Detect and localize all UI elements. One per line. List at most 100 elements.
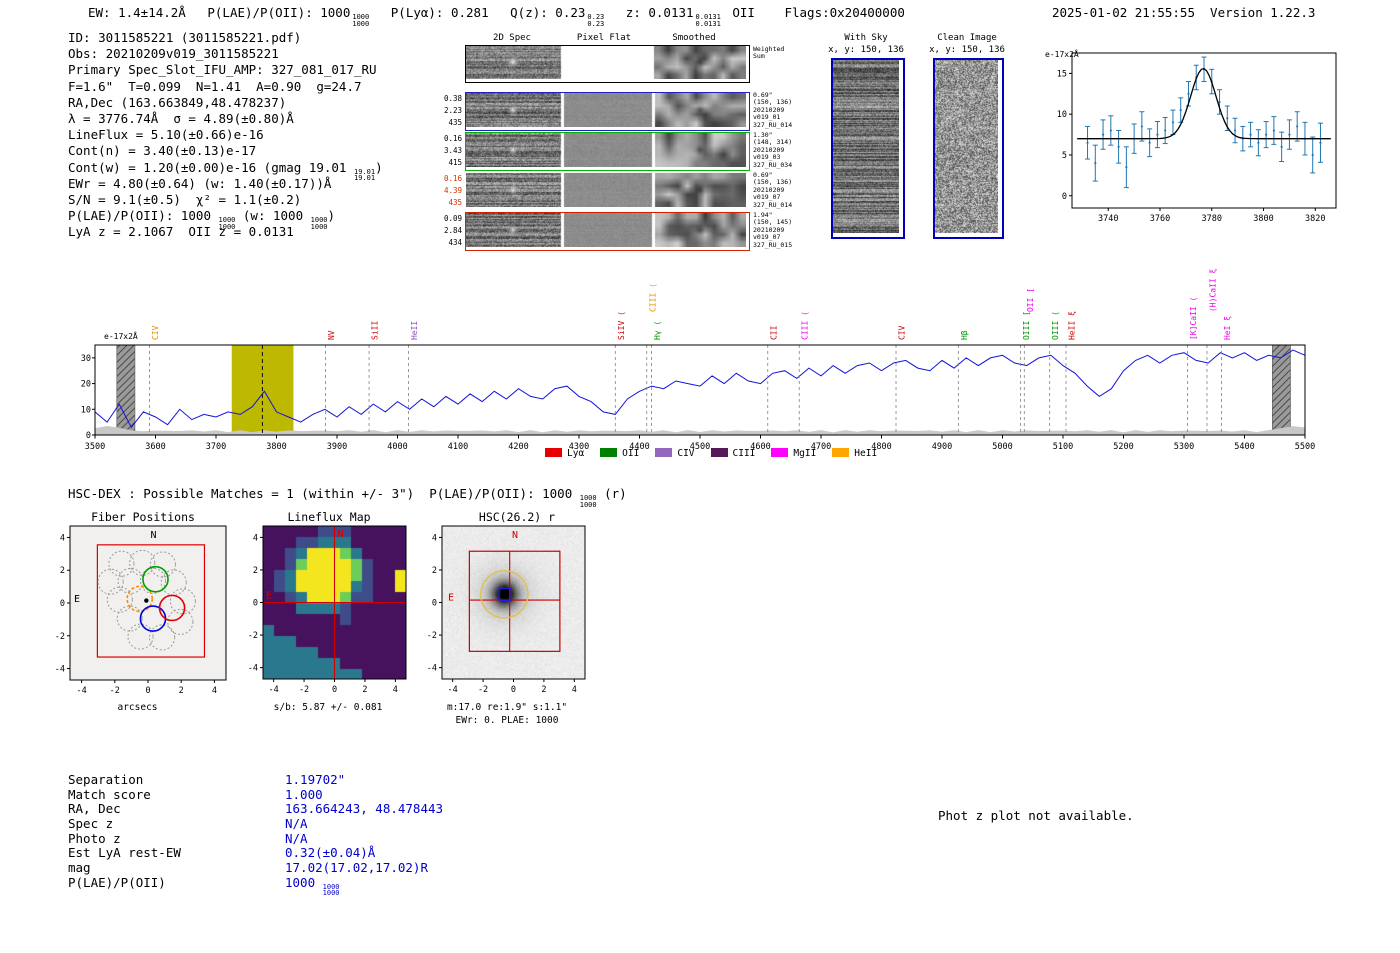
data-point [1156, 133, 1159, 136]
emission-line-label: Hγ ( [653, 321, 662, 340]
emission-line-label: NV [327, 330, 336, 340]
y-tick-label: 0 [86, 431, 91, 441]
detection-center-dot [144, 598, 149, 603]
fraction-bottom: 1000 [310, 222, 328, 231]
legend-label: OII [622, 448, 640, 459]
data-point [1265, 133, 1268, 136]
gmag-fraction: 19.01 19.01 [354, 168, 375, 182]
cutout-row-left-value: 415 [448, 158, 462, 167]
header-timestamp-version: 2025-01-02 21:55:55 Version 1.22.3 [1052, 5, 1316, 20]
emission-line-zoom-plot: 3740 3760 3780 3800 3820 0 5 10 15 e-17x2Å [1045, 48, 1337, 224]
legend-label: CIV [677, 448, 695, 459]
y-axis-units-label: e-17x2Å [104, 330, 138, 341]
header-z: z: 0.0131 [625, 5, 694, 20]
info-seeing: F=1.6" T=0.099 N=1.41 A=0.90 g=24.7 [68, 78, 362, 94]
north-label: N [512, 530, 518, 541]
hsc-dex-text: HSC-DEX : Possible Matches = 1 (within +… [68, 486, 580, 501]
x-tick-label: 3780 [1202, 214, 1222, 224]
data-point [1094, 162, 1097, 165]
cutout-row-left-value: 3.43 [443, 146, 462, 155]
x-tick-label: 5100 [1053, 442, 1073, 452]
data-point [1164, 129, 1167, 132]
match-row-value: 0.32(±0.04)Å [285, 845, 376, 861]
clean-image-coords: x, y: 150, 136 [929, 45, 1005, 55]
masked-band [1272, 344, 1291, 436]
with-sky-coords: x, y: 150, 136 [828, 45, 904, 55]
fiber-positions-plot: -4 -4 -2 -2 0 0 2 2 4 4 N E [55, 525, 227, 696]
hsc-dex-band: (r) [596, 486, 627, 501]
cutout-row-left-values: 0.09 2.84 434 [440, 213, 462, 249]
y-tick-label: 2 [253, 566, 258, 576]
east-label: E [448, 593, 454, 604]
emission-line-label: CII [769, 325, 778, 340]
match-row-fraction: 1000 1000 [323, 884, 340, 897]
legend-item: OII [600, 448, 639, 459]
data-point [1101, 133, 1105, 136]
emission-line-label: SiII [371, 321, 380, 340]
y-tick-label: 0 [1062, 192, 1067, 202]
cutout-grid: 2D Spec Pixel Flat Smoothed Weighted Sum… [440, 28, 820, 258]
legend-item: MgII [771, 448, 816, 459]
cutout-row-left-value: 4.39 [443, 186, 462, 195]
x-tick-label: -4 [448, 685, 458, 695]
emission-line-label: Hβ [960, 330, 969, 340]
data-point [1187, 92, 1190, 95]
x-tick-label: 0 [145, 686, 150, 696]
match-row-label: P(LAE)/P(OII) [68, 874, 166, 890]
east-label: E [266, 591, 272, 602]
x-tick-label: 4 [393, 685, 398, 695]
info-plae-text: P(LAE)/P(OII): 1000 [68, 208, 219, 224]
info-ewr: EWr = 4.80(±0.64) (w: 1.40(±0.17))Å [68, 175, 332, 191]
emission-line-label: CIV [151, 325, 160, 340]
legend-swatch [600, 448, 618, 457]
info-radec: RA,Dec (163.663849,48.478237) [68, 94, 287, 110]
match-row-value: 17.02(17.02,17.02)R [285, 860, 428, 876]
lineflux-map-axes: -4 -4 -2 -2 0 0 2 2 4 4 N E [248, 525, 407, 695]
y-tick-label: -2 [248, 631, 258, 641]
east-label: E [74, 594, 80, 605]
x-tick-label: 5500 [1295, 442, 1315, 452]
cutout-row [465, 132, 750, 171]
cutout-row-left-value: 0.16 [443, 174, 462, 183]
match-row-label: Match score [68, 786, 151, 802]
legend-swatch [655, 448, 673, 457]
x-tick-label: 2 [541, 685, 546, 695]
z-fraction: 0.0131 0.0131 [696, 14, 721, 27]
header-z-line-id: OII [732, 5, 755, 20]
x-tick-label: 3740 [1098, 214, 1118, 224]
y-tick-label: -2 [55, 632, 65, 642]
info-plae-close: ) [327, 208, 336, 224]
cutout-row-left-value: 434 [448, 238, 462, 247]
x-tick-label: -2 [110, 686, 120, 696]
legend-swatch [545, 448, 562, 457]
info-id: ID: 3011585221 (3011585221.pdf) [68, 30, 302, 45]
legend-item: HeII [832, 448, 877, 459]
info-cont-w-close: ) [375, 159, 383, 175]
cutout-annotation-line: 327_RU_015 [753, 240, 793, 249]
with-sky-panel [831, 58, 905, 239]
match-table-row: Spec z N/A [68, 816, 443, 831]
data-point [1117, 145, 1120, 148]
x-tick-label: 4 [572, 685, 577, 695]
header-summary: EW: 1.4±14.2Å P(LAE)/P(OII): 1000 1000 100… [88, 5, 905, 27]
fraction-bottom: 1000 [352, 19, 370, 28]
fraction-bottom: 1000 [322, 889, 340, 898]
match-table-row: RA, Dec 163.664243, 48.478443 [68, 801, 443, 816]
info-redshifts: LyA z = 2.1067 OII z = 0.0131 [68, 224, 294, 240]
match-row-label: Est LyA rest-EW [68, 845, 181, 861]
cutout-rows: 0.38 2.23 435 0.69" (150, 136) 20210209 v019_0… [440, 28, 820, 258]
spectrum-legend: Lyα OII CIV CIII MgII HeII [545, 448, 877, 459]
cutout-row [465, 92, 750, 131]
y-tick-label: 0 [253, 599, 258, 609]
data-point [1140, 125, 1143, 128]
north-label: N [150, 530, 156, 541]
match-row-value: 1.19702" [285, 772, 346, 787]
data-point [1319, 141, 1322, 144]
data-point [1218, 100, 1221, 104]
x-tick-label: 4100 [448, 442, 468, 452]
legend-label: HeII [854, 448, 878, 459]
data-point [1272, 129, 1275, 132]
cutout-row-left-value: 0.09 [443, 214, 462, 223]
cutout-row-left-values: 0.16 4.39 435 [440, 173, 462, 209]
x-tick-label: 3900 [327, 442, 347, 452]
